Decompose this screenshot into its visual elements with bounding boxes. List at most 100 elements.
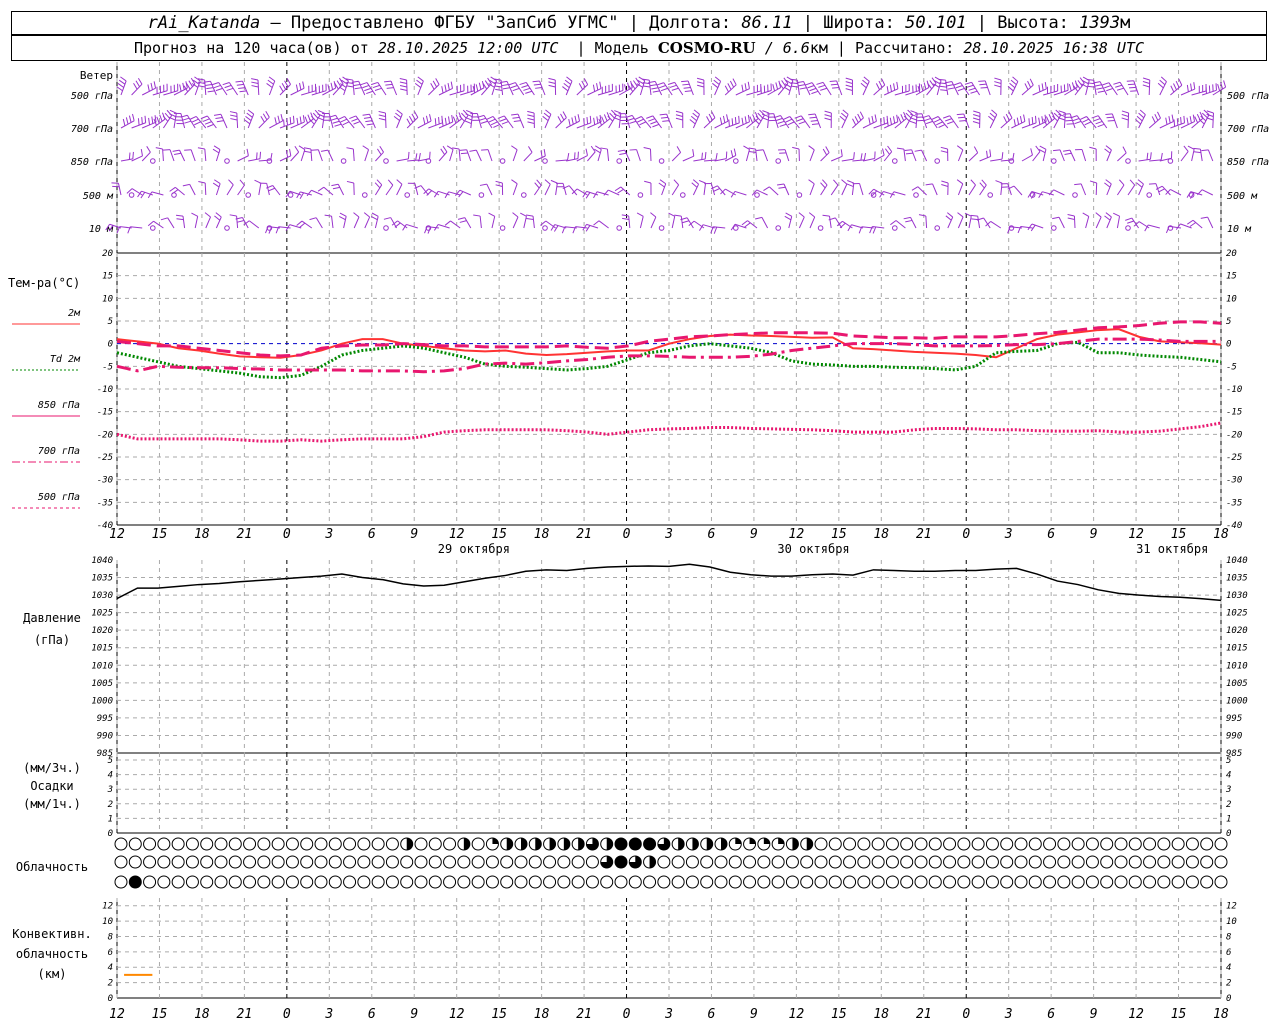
- wind-barb-feather: [1149, 152, 1152, 160]
- wind-barb-feather: [135, 80, 141, 87]
- wind-barb-feather: [1084, 121, 1092, 126]
- cloud-label: Облачность: [16, 860, 88, 874]
- wind-calm-marker: [542, 158, 548, 164]
- wind-calm-marker: [775, 225, 782, 231]
- wind-barb: [512, 216, 519, 229]
- wind-barb: [1108, 82, 1118, 96]
- temp-tick-right: 5: [1226, 317, 1231, 327]
- wind-barb-feather: [796, 118, 804, 122]
- wind-barb-feather: [651, 87, 659, 90]
- pressure-tick-left: 1000: [91, 696, 113, 706]
- cloud-middle-symbol: [1071, 855, 1085, 869]
- wind-barb-feather: [211, 82, 219, 86]
- wind-barb-feather: [292, 115, 295, 123]
- wind-barb-feather: [728, 119, 730, 127]
- wind-level-label-right: 10 м: [1227, 224, 1252, 235]
- wind-barb-feather: [1201, 149, 1209, 152]
- wind-barb: [479, 216, 482, 229]
- cloud-middle-symbol: [543, 855, 557, 869]
- wind-calm-marker: [1125, 158, 1131, 164]
- wind-barb-feather: [247, 109, 254, 115]
- wind-barb: [784, 149, 790, 162]
- wind-barb: [788, 216, 793, 229]
- wind-barb-feather: [1001, 152, 1004, 160]
- wind-barb-feather: [911, 186, 919, 191]
- wind-barb-feather: [845, 77, 853, 81]
- wind-barb-feather: [430, 83, 435, 90]
- cloud-upper-symbol: [128, 837, 142, 851]
- wind-calm-marker: [637, 192, 644, 198]
- wind-barb: [414, 183, 419, 196]
- wind-barb-feather: [643, 85, 651, 88]
- pressure-tick-right: 1035: [1226, 574, 1248, 584]
- pressure-tick-right: 1000: [1226, 696, 1248, 706]
- wind-barb: [703, 159, 716, 162]
- wind-barb: [756, 189, 768, 196]
- conv-tick-left: 10: [102, 917, 113, 927]
- wind-barb-feather: [396, 109, 403, 115]
- cloud-middle-symbol: [1057, 855, 1071, 869]
- wind-barb-feather: [1044, 81, 1047, 90]
- wind-barb-feather: [918, 214, 926, 217]
- wind-barb-feather: [893, 83, 896, 91]
- wind-calm-marker: [892, 225, 898, 231]
- wind-barb: [1207, 216, 1214, 229]
- wind-barb-feather: [940, 89, 948, 92]
- cloud-middle-symbol: [1028, 855, 1042, 869]
- wind-barb-feather: [334, 123, 342, 127]
- conv-ylabel-2: облачность: [16, 947, 88, 961]
- cloud-middle-symbol: [471, 855, 485, 869]
- wind-barb-feather: [438, 117, 440, 125]
- cloud-low-symbol: [285, 875, 299, 889]
- wind-barb: [1020, 225, 1033, 229]
- temp-tick-left: 10: [102, 294, 113, 304]
- wind-barb: [968, 216, 972, 229]
- cloud-low-symbol: [643, 875, 657, 889]
- wind-barb-feather: [811, 123, 820, 126]
- wind-barb-feather: [614, 186, 622, 192]
- wind-barb-feather: [1106, 87, 1114, 92]
- wind-barb-feather: [488, 212, 495, 217]
- wind-barb-feather: [151, 116, 154, 124]
- conv-ylabel: Конвективн.: [12, 927, 91, 941]
- wind-barb-feather: [730, 150, 734, 158]
- wind-barb-feather: [840, 149, 843, 157]
- wind-barb: [650, 216, 657, 229]
- wind-barb-feather: [452, 116, 457, 124]
- wind-barb-feather: [1146, 152, 1149, 160]
- wind-barb: [226, 184, 234, 196]
- wind-barb-feather: [667, 81, 675, 85]
- cloud-middle-symbol: [357, 855, 371, 869]
- cloud-middle-symbol: [285, 855, 299, 869]
- wind-barb-feather: [578, 83, 584, 90]
- wind-barb-feather: [299, 222, 306, 228]
- wind-barb: [872, 226, 885, 229]
- cloud-low-symbol: [943, 875, 957, 889]
- wind-barb-feather: [956, 145, 964, 151]
- wind-barb-feather: [407, 151, 410, 159]
- conv-tick-right: 8: [1226, 932, 1231, 942]
- wind-barb-feather: [378, 110, 386, 114]
- wind-barb: [783, 183, 790, 196]
- wind-barb-feather: [450, 81, 453, 89]
- wind-barb-feather: [989, 112, 996, 119]
- wind-barb: [1191, 149, 1195, 162]
- hour-tick-mid: 18: [534, 527, 550, 542]
- wind-barb: [310, 148, 313, 162]
- wind-barb-feather: [523, 87, 531, 91]
- wind-barb-feather: [900, 114, 905, 121]
- wind-barb: [1148, 224, 1160, 229]
- wind-barb-feather: [330, 117, 338, 121]
- wind-barb-feather: [860, 153, 863, 161]
- wind-barb-feather: [938, 124, 946, 128]
- wind-barb-feather: [512, 212, 519, 218]
- cloud-low-symbol: [543, 875, 557, 889]
- pressure-tick-right: 1010: [1226, 661, 1248, 671]
- wind-barb-feather: [820, 182, 826, 189]
- wind-barb-feather: [981, 179, 987, 186]
- wind-barb-feather: [1082, 212, 1090, 217]
- wind-barb-feather: [1201, 112, 1208, 119]
- wind-barb-feather: [346, 147, 354, 150]
- wind-calm-marker: [383, 158, 389, 164]
- wind-barb: [258, 183, 262, 196]
